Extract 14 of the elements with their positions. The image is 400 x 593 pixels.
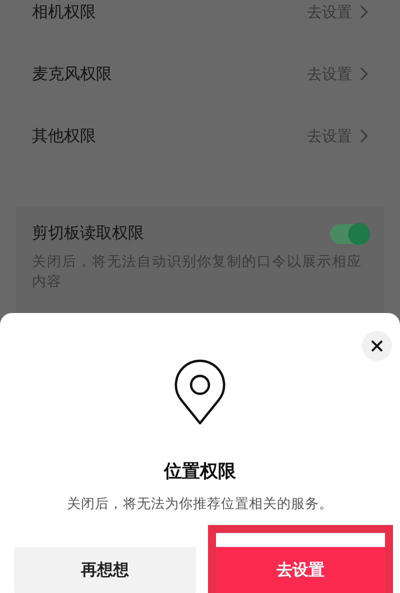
permission-label: 相机权限 [32, 2, 96, 22]
dialog-title: 位置权限 [164, 460, 236, 483]
toggle-switch[interactable] [330, 224, 368, 244]
permission-label: 其他权限 [32, 126, 96, 146]
permission-label: 剪切板读取权限 [32, 223, 144, 244]
chevron-right-icon [360, 67, 368, 81]
permission-label: 麦克风权限 [32, 64, 112, 84]
cancel-button[interactable]: 再想想 [14, 547, 196, 593]
close-icon [371, 340, 383, 352]
chevron-right-icon [360, 5, 368, 19]
close-button[interactable] [362, 331, 392, 361]
confirm-button[interactable]: 去设置 [216, 547, 385, 593]
dialog-message: 关闭后，将无法为你推荐位置相关的服务。 [67, 495, 333, 513]
chevron-right-icon [360, 129, 368, 143]
